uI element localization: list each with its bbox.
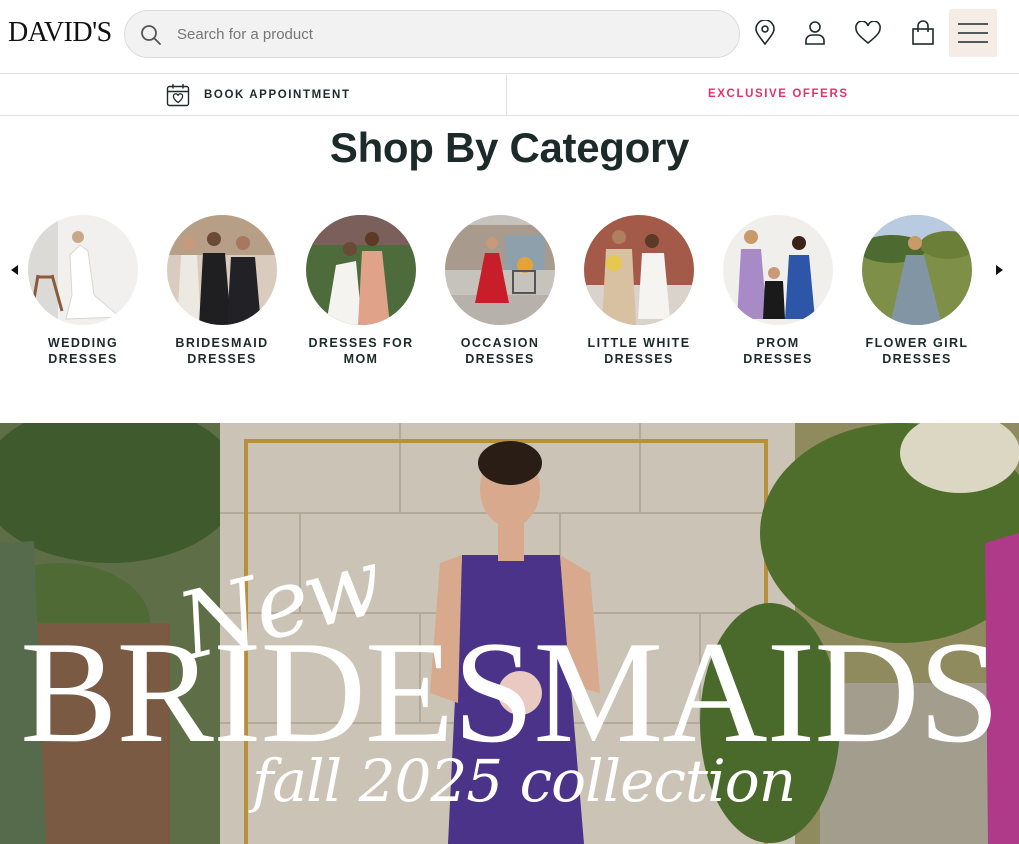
category-label: PROM DRESSES <box>743 336 813 366</box>
store-locator-button[interactable] <box>750 18 780 48</box>
category-label: FLOWER GIRL DRESSES <box>865 336 969 366</box>
category-image-flower-girl <box>862 215 972 325</box>
carousel-next-arrow-icon[interactable] <box>992 261 1006 279</box>
hero-subtitle: fall 2025 collection <box>252 747 796 815</box>
wishlist-button[interactable] <box>853 18 883 48</box>
promo-bar: BOOK APPOINTMENT EXCLUSIVE OFFERS <box>0 74 1019 116</box>
brand-logo[interactable]: DAVID'S <box>8 16 112 50</box>
category-image-bridesmaid <box>167 215 277 325</box>
category-image-occasion <box>445 215 555 325</box>
category-wedding-dresses[interactable]: WEDDING DRESSES <box>18 215 148 367</box>
category-image-mom <box>306 215 416 325</box>
category-bridesmaid-dresses[interactable]: BRIDESMAID DRESSES <box>157 215 287 367</box>
category-image-prom <box>723 215 833 325</box>
category-label: LITTLE WHITE DRESSES <box>587 336 691 366</box>
shopping-bag-icon <box>912 20 934 45</box>
exclusive-offers-link[interactable]: EXCLUSIVE OFFERS <box>708 88 849 100</box>
location-icon <box>755 20 775 46</box>
hero-banner[interactable]: New BRIDESMAIDS fall 2025 collection <box>0 423 1019 844</box>
category-flower-girl-dresses[interactable]: FLOWER GIRL DRESSES <box>852 215 982 367</box>
search-input[interactable] <box>177 11 717 57</box>
calendar-heart-icon <box>166 84 190 107</box>
category-label: DRESSES FOR MOM <box>308 336 414 366</box>
category-occasion-dresses[interactable]: OCCASION DRESSES <box>435 215 565 367</box>
category-dresses-for-mom[interactable]: DRESSES FOR MOM <box>296 215 426 367</box>
menu-button[interactable] <box>949 9 997 57</box>
category-image-wedding <box>28 215 138 325</box>
category-label: WEDDING DRESSES <box>47 336 119 366</box>
menu-icon <box>958 23 988 43</box>
cart-button[interactable] <box>908 18 938 48</box>
wishlist-heart-icon <box>855 21 881 45</box>
book-appointment-link[interactable]: BOOK APPOINTMENT <box>166 82 351 108</box>
search-bar[interactable] <box>124 10 740 58</box>
promo-divider <box>506 74 507 116</box>
category-label: BRIDESMAID DRESSES <box>175 336 269 366</box>
category-image-little-white <box>584 215 694 325</box>
category-section-title: Shop By Category <box>329 124 690 171</box>
category-little-white-dresses[interactable]: LITTLE WHITE DRESSES <box>574 215 704 367</box>
account-button[interactable] <box>800 18 830 48</box>
search-icon[interactable] <box>139 23 163 47</box>
site-header: DAVID'S <box>0 0 1019 74</box>
hero-title: BRIDESMAIDS <box>20 611 1000 773</box>
category-prom-dresses[interactable]: PROM DRESSES <box>713 215 843 367</box>
account-icon <box>805 21 825 45</box>
category-label: OCCASION DRESSES <box>460 336 540 366</box>
book-appointment-label: BOOK APPOINTMENT <box>204 89 351 101</box>
